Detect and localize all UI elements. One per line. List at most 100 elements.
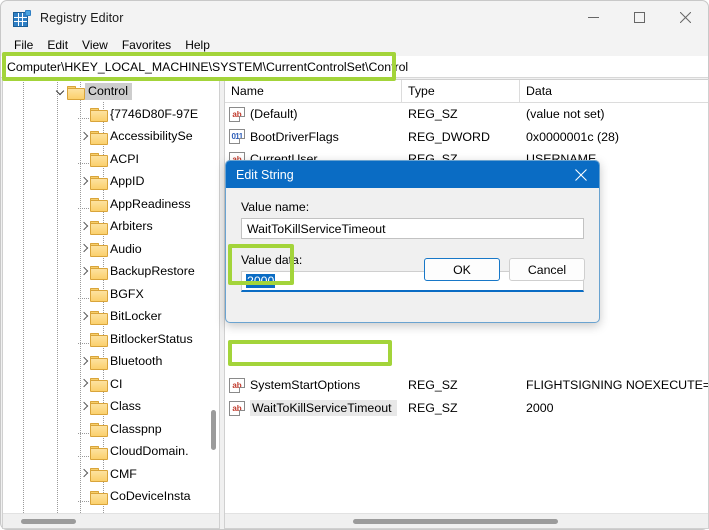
cell-data: (value not set): [526, 107, 605, 122]
minimize-icon[interactable]: [570, 1, 616, 34]
menu-item-view[interactable]: View: [76, 37, 116, 54]
dword-value-icon: 011: [229, 129, 245, 145]
tree-spacer: [77, 152, 90, 165]
folder-icon: [90, 265, 108, 280]
maximize-icon[interactable]: [616, 1, 662, 34]
tree-item[interactable]: Control: [3, 80, 219, 103]
cell-type: REG_SZ: [408, 378, 458, 393]
cell-name: ab WaitToKillServiceTimeout: [225, 400, 402, 417]
tree-item[interactable]: AccessibilitySe: [3, 125, 219, 148]
close-icon[interactable]: [563, 161, 599, 188]
column-header-name[interactable]: Name: [225, 80, 402, 103]
tree-item[interactable]: Classpnp: [3, 418, 219, 441]
tree-item[interactable]: AppReadiness: [3, 193, 219, 216]
registry-tree: Control {7746D80F-97E AccessibilitySe ACPI A…: [3, 80, 219, 514]
tree-spacer: [77, 107, 90, 120]
folder-icon: [90, 197, 108, 213]
menu-item-help[interactable]: Help: [179, 37, 218, 54]
table-row[interactable]: rdisk(0)partition(3): [225, 329, 708, 352]
table-row[interactable]: ab SystemStartOptions REG_SZ FLIGHTSIGNING …: [225, 374, 708, 397]
chevron-right-icon[interactable]: [77, 175, 90, 188]
list-horizontal-scrollbar[interactable]: [225, 513, 708, 528]
registry-path: Computer\HKEY_LOCAL_MACHINE\SYSTEM\Curre…: [7, 59, 409, 74]
chevron-right-icon[interactable]: [77, 400, 90, 413]
folder-icon: [67, 85, 85, 100]
tree-spacer: [77, 287, 90, 300]
tree-item-label: Audio: [110, 241, 142, 256]
cell-name: ab (Default): [225, 106, 402, 122]
tree-spacer: [77, 422, 90, 435]
chevron-right-icon[interactable]: [77, 310, 90, 323]
tree-item[interactable]: Class: [3, 395, 219, 418]
ok-button[interactable]: OK: [424, 258, 500, 281]
chevron-right-icon[interactable]: [77, 355, 90, 368]
tree-item[interactable]: AppID: [3, 170, 219, 193]
folder-icon: [90, 445, 108, 460]
string-value-icon: ab: [229, 377, 245, 393]
cell-data: FLIGHTSIGNING NOEXECUTE=OP: [526, 378, 708, 393]
table-row[interactable]: 011 BootDriverFlags REG_DWORD 0x0000001c (2…: [225, 126, 708, 149]
column-header-data[interactable]: Data: [520, 80, 708, 103]
tree-item-label: Classpnp: [110, 421, 162, 436]
tree-item[interactable]: Arbiters: [3, 215, 219, 238]
tree-item[interactable]: BackupRestore: [3, 260, 219, 283]
table-row[interactable]: ab WaitToKillServiceTimeout REG_SZ 2000: [225, 397, 708, 420]
folder-icon: [90, 287, 108, 303]
tree-item[interactable]: CI: [3, 373, 219, 396]
tree-item-label: COM Name A: [110, 512, 186, 514]
tree-item-label: Control: [85, 82, 132, 100]
chevron-right-icon[interactable]: [77, 377, 90, 390]
tree-item[interactable]: ACPI: [3, 148, 219, 171]
chevron-down-icon[interactable]: [54, 85, 67, 98]
tree-item-label: BGFX: [110, 286, 144, 301]
tree-vertical-scrollbar[interactable]: [211, 410, 216, 450]
value-name: SystemStartOptions: [250, 378, 361, 393]
tree-item[interactable]: BitlockerStatus: [3, 328, 219, 351]
tree-item[interactable]: Audio: [3, 238, 219, 261]
folder-icon: [90, 130, 108, 145]
tree-item[interactable]: BGFX: [3, 283, 219, 306]
tree-item-label: AccessibilitySe: [110, 129, 193, 144]
tree-item-label: CMF: [110, 466, 137, 481]
cell-data: 2000: [526, 401, 554, 416]
string-value-icon: ab: [229, 106, 245, 122]
table-row[interactable]: ab (Default) REG_SZ (value not set): [225, 103, 708, 126]
tree-item[interactable]: BitLocker: [3, 305, 219, 328]
menu-item-favorites[interactable]: Favorites: [116, 37, 179, 54]
folder-icon: [90, 467, 108, 483]
cell-type: REG_DWORD: [408, 129, 490, 144]
window-title: Registry Editor: [40, 11, 124, 25]
chevron-right-icon[interactable]: [77, 130, 90, 143]
tree-item[interactable]: CloudDomain.: [3, 440, 219, 463]
tree-hscroll-thumb[interactable]: [21, 519, 76, 524]
menu-item-edit[interactable]: Edit: [41, 37, 76, 54]
cell-name: 011 BootDriverFlags: [225, 129, 402, 145]
dialog-title-bar: Edit String: [226, 161, 599, 188]
dialog-title: Edit String: [236, 167, 294, 182]
registry-icon: [13, 9, 31, 27]
address-bar[interactable]: Computer\HKEY_LOCAL_MACHINE\SYSTEM\Curre…: [1, 56, 708, 78]
tree-item[interactable]: Bluetooth: [3, 350, 219, 373]
chevron-right-icon[interactable]: [77, 265, 90, 278]
cancel-button[interactable]: Cancel: [509, 258, 585, 281]
list-hscroll-thumb[interactable]: [353, 519, 558, 524]
tree-item-label: AppReadiness: [110, 196, 191, 211]
tree-spacer: [77, 445, 90, 458]
menu-item-file[interactable]: File: [8, 37, 41, 54]
folder-icon: [90, 152, 108, 168]
close-icon[interactable]: [662, 1, 708, 34]
tree-horizontal-scrollbar[interactable]: [3, 513, 219, 528]
tree-item[interactable]: CMF: [3, 463, 219, 486]
tree-item-label: Bluetooth: [110, 354, 163, 369]
table-row[interactable]: ): [225, 352, 708, 375]
chevron-right-icon[interactable]: [77, 242, 90, 255]
value-name-input[interactable]: WaitToKillServiceTimeout: [241, 218, 584, 239]
folder-icon: [90, 220, 108, 235]
column-header-type[interactable]: Type: [402, 80, 520, 103]
tree-item[interactable]: {7746D80F-97E: [3, 103, 219, 126]
folder-icon: [90, 422, 108, 438]
chevron-right-icon[interactable]: [77, 467, 90, 480]
tree-item-label: {7746D80F-97E: [110, 106, 199, 121]
tree-item[interactable]: CoDeviceInsta: [3, 485, 219, 508]
chevron-right-icon[interactable]: [77, 220, 90, 233]
